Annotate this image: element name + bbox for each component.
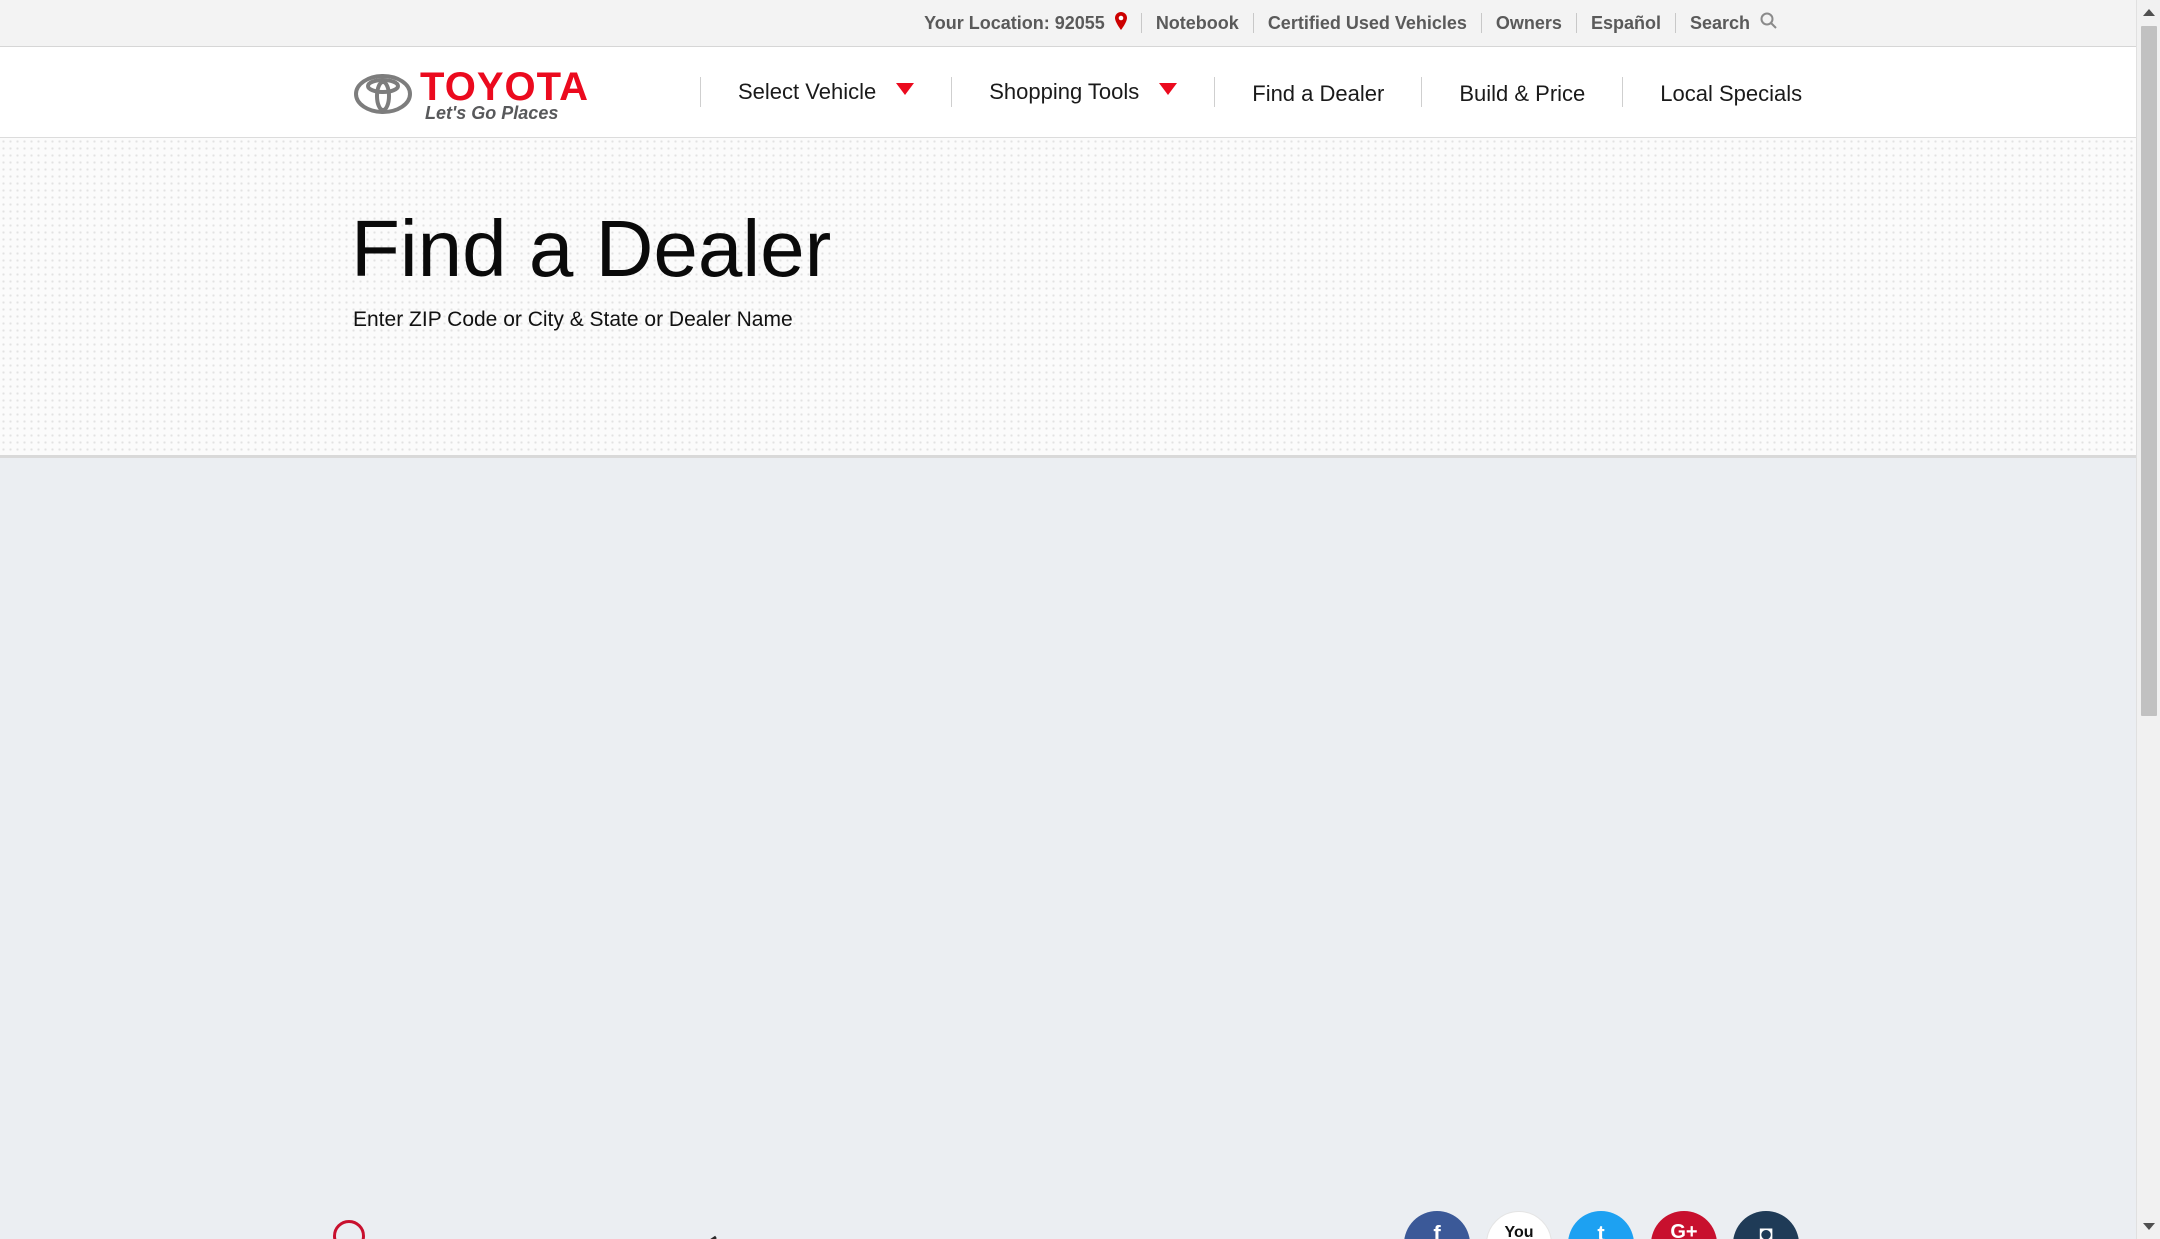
search-label: Search	[1689, 12, 1750, 33]
utility-links: Your Location: 92055 Notebook Certified …	[910, 0, 1792, 46]
content-area	[0, 458, 2136, 1198]
espanol-link[interactable]: Español	[1577, 13, 1675, 34]
location-label: Your Location: 92055	[924, 12, 1105, 33]
search-icon	[1760, 12, 1778, 35]
scroll-thumb[interactable]	[2141, 26, 2157, 716]
main-nav: TOYOTA Let's Go Places Select Vehicle Sh…	[0, 47, 2136, 138]
nav-label: Build & Price	[1459, 81, 1586, 106]
instagram-icon[interactable]: ◘	[1733, 1211, 1799, 1239]
logo-wordmark: TOYOTA	[420, 65, 589, 109]
nav-items: Select Vehicle Shopping Tools Find a Dea…	[700, 47, 1839, 137]
toyota-logo[interactable]: TOYOTA Let's Go Places	[354, 65, 588, 123]
certified-used-link[interactable]: Certified Used Vehicles	[1254, 13, 1481, 34]
caret-down-icon	[1159, 83, 1178, 95]
nav-local-specials[interactable]: Local Specials	[1623, 45, 1839, 139]
location-link[interactable]: Your Location: 92055	[910, 11, 1141, 35]
nav-select-vehicle[interactable]: Select Vehicle	[701, 47, 951, 137]
caret-down-icon	[896, 83, 915, 95]
nav-shopping-tools[interactable]: Shopping Tools	[952, 47, 1214, 137]
nav-find-a-dealer[interactable]: Find a Dealer	[1215, 45, 1421, 139]
scroll-up-icon[interactable]	[2143, 9, 2155, 16]
nav-label: Shopping Tools	[989, 79, 1140, 104]
ring-icon	[333, 1220, 365, 1239]
toyota-emblem-icon	[354, 74, 412, 114]
owners-link[interactable]: Owners	[1482, 13, 1576, 34]
footer-heading-partial	[414, 1222, 734, 1239]
footer-strip: f You t G+ ◘	[0, 1200, 2136, 1239]
nav-label: Find a Dealer	[1252, 81, 1385, 106]
page: Your Location: 92055 Notebook Certified …	[0, 0, 2136, 1239]
location-pin-icon	[1114, 11, 1127, 35]
facebook-icon[interactable]: f	[1404, 1211, 1470, 1239]
page-title: Find a Dealer	[351, 204, 832, 293]
nav-label: Local Specials	[1660, 81, 1803, 106]
search-link[interactable]: Search	[1676, 12, 1792, 35]
twitter-icon[interactable]: t	[1568, 1211, 1634, 1239]
nav-label: Select Vehicle	[738, 79, 877, 104]
utility-bar: Your Location: 92055 Notebook Certified …	[0, 0, 2136, 47]
hero-banner: Find a Dealer Enter ZIP Code or City & S…	[0, 138, 2136, 458]
nav-build-price[interactable]: Build & Price	[1422, 45, 1622, 139]
google-plus-icon[interactable]: G+	[1651, 1211, 1717, 1239]
notebook-link[interactable]: Notebook	[1142, 13, 1253, 34]
scroll-down-icon[interactable]	[2143, 1223, 2155, 1230]
logo-tagline: Let's Go Places	[425, 103, 559, 123]
youtube-icon[interactable]: You	[1486, 1211, 1552, 1239]
search-instructions: Enter ZIP Code or City & State or Dealer…	[353, 308, 793, 331]
vertical-scrollbar[interactable]	[2136, 0, 2160, 1239]
